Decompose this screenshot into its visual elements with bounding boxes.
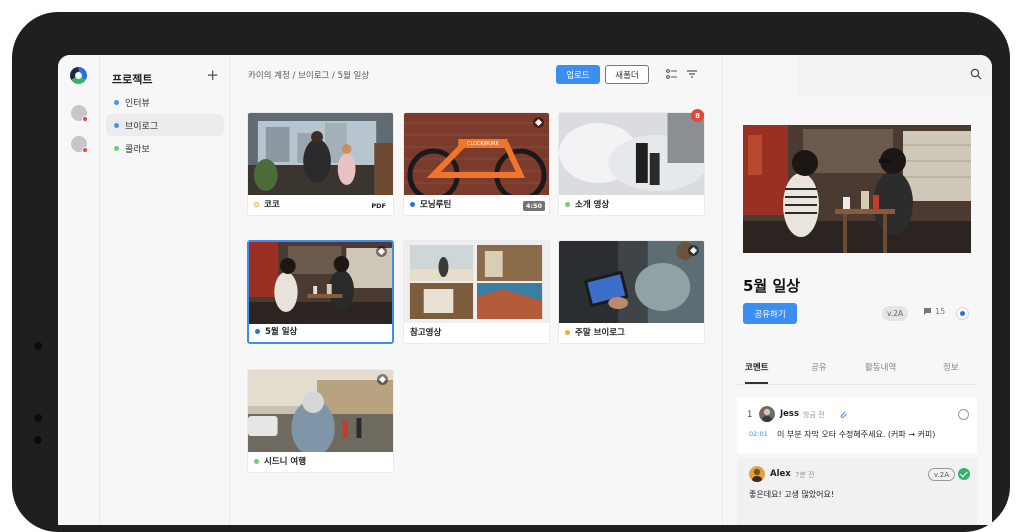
file-name: 코코 [264, 200, 280, 210]
file-type-tag: PDF [368, 201, 389, 211]
search-icon[interactable] [970, 68, 982, 80]
avatar [759, 406, 775, 422]
file-card[interactable]: 시드니 여행 [247, 369, 394, 473]
status-dot [410, 201, 415, 207]
file-card[interactable]: 주말 브이로그 [558, 240, 705, 344]
comment-author: Jess [780, 409, 800, 419]
sidebar-item-interview[interactable]: 인터뷰 [106, 91, 224, 113]
comment-text: 이 부분 자막 오타 수정해주세요. (커파 → 커피) [777, 430, 936, 439]
comment-text: 좋은데요! 고생 많았어요! [749, 490, 835, 499]
tablet-frame: 프로젝트 + 인터뷰 브이로그 콜라보 카이의 계정 / 브이로그 / 5월 일… [12, 12, 1010, 532]
comment-item[interactable]: 1 Jess 방금 전 02:01 이 부분 자막 오타 수정해주세요. (커파… [737, 397, 977, 453]
notification-badge: 8 [691, 109, 704, 122]
filter-icon[interactable] [686, 68, 698, 80]
layers-icon [533, 117, 544, 128]
workspace-rail [58, 55, 100, 525]
device-button [34, 436, 42, 444]
sidebar-item-collab[interactable]: 콜라보 [106, 137, 224, 159]
device-button [34, 414, 42, 422]
status-dot [565, 201, 570, 207]
file-thumbnail [248, 370, 393, 452]
video-timestamp[interactable]: 02:01 [749, 430, 768, 438]
project-color-dot [114, 145, 119, 151]
workspace-avatar[interactable] [71, 136, 88, 153]
file-browser: 카이의 계정 / 브이로그 / 5월 일상 업로드 새폴더 PDF 코코 CLO… [230, 55, 722, 525]
file-thumbnail: CLOCKWORK [404, 113, 549, 195]
detail-panel: 5월 일상 공유하기 v.2A 15 코멘트 공유 활동내역 정보 1 Jess… [722, 55, 992, 525]
version-chip[interactable]: v.2A [882, 306, 909, 321]
tab-activity[interactable]: 활동내역 [865, 361, 896, 384]
notification-dot [82, 147, 88, 153]
upload-button[interactable]: 업로드 [556, 65, 600, 84]
detail-title: 5월 일상 [743, 277, 801, 295]
layers-icon [688, 245, 699, 256]
file-thumbnail [249, 242, 392, 324]
file-thumbnail [248, 113, 393, 195]
sidebar-item-label: 인터뷰 [125, 98, 150, 109]
status-ring [254, 201, 259, 207]
media-preview[interactable] [743, 125, 971, 253]
tab-share[interactable]: 공유 [811, 361, 827, 384]
app-logo-icon[interactable] [70, 67, 87, 84]
new-folder-button[interactable]: 새폴더 [605, 65, 649, 84]
resolved-check-icon[interactable] [958, 468, 970, 480]
workspace-avatar[interactable] [71, 105, 88, 122]
sidebar-item-vlog[interactable]: 브이로그 [106, 114, 224, 136]
status-dot [255, 328, 260, 334]
app-screen: 프로젝트 + 인터뷰 브이로그 콜라보 카이의 계정 / 브이로그 / 5월 일… [58, 55, 992, 525]
tab-info[interactable]: 정보 [943, 361, 959, 384]
file-card[interactable]: CLOCKWORK 4:50 모닝루틴 [403, 112, 550, 216]
sidebar-item-label: 브이로그 [125, 121, 159, 132]
attachment-icon[interactable] [839, 410, 848, 419]
svg-text:CLOCKWORK: CLOCKWORK [467, 141, 499, 147]
status-toggle[interactable] [956, 307, 969, 320]
notification-dot [82, 116, 88, 122]
breadcrumb[interactable]: 카이의 계정 / 브이로그 / 5월 일상 [248, 69, 369, 81]
file-thumbnail [559, 241, 704, 323]
file-name: 5월 일상 [265, 327, 298, 337]
layers-icon [377, 374, 388, 385]
detail-toolbar [797, 55, 992, 95]
comment-count: 15 [923, 307, 945, 316]
avatar [749, 466, 765, 482]
share-button[interactable]: 공유하기 [743, 303, 797, 324]
view-options-icon[interactable] [666, 68, 678, 80]
file-name: 시드니 여행 [264, 457, 307, 467]
project-sidebar: 프로젝트 + 인터뷰 브이로그 콜라보 [100, 55, 230, 525]
file-name: 참고영상 [410, 328, 442, 338]
status-dot [565, 329, 570, 335]
file-name: 모닝루틴 [420, 200, 452, 210]
comment-author: Alex [770, 469, 791, 479]
duration-tag: 4:50 [522, 201, 545, 211]
comment-item[interactable]: Alex 7분 전 v.2A 좋은데요! 고생 많았어요! [737, 457, 977, 525]
file-thumbnail [559, 113, 704, 195]
sidebar-title: 프로젝트 [112, 73, 153, 86]
project-color-dot [114, 99, 119, 105]
project-color-dot [114, 122, 119, 128]
comment-time: 방금 전 [803, 411, 825, 419]
comment-icon [924, 308, 931, 315]
comment-count-value: 15 [935, 307, 946, 316]
file-name: 소개 영상 [575, 200, 610, 210]
tab-comments[interactable]: 코멘트 [745, 361, 769, 384]
sidebar-item-label: 콜라보 [125, 144, 150, 155]
file-card[interactable]: 8 소개 영상 [558, 109, 705, 216]
comment-version-chip: v.2A [927, 468, 955, 481]
file-name: 주말 브이로그 [575, 328, 625, 338]
layers-icon [376, 246, 387, 257]
file-card[interactable]: PDF 코코 [247, 112, 394, 216]
resolve-checkbox[interactable] [958, 409, 969, 420]
comment-number: 1 [747, 410, 753, 420]
file-thumbnail [404, 241, 549, 323]
status-dot [254, 458, 259, 464]
detail-tabs: 코멘트 공유 활동내역 정보 [737, 361, 977, 385]
file-card[interactable]: 참고영상 [403, 240, 550, 344]
add-project-button[interactable]: + [206, 68, 219, 83]
file-card-selected[interactable]: 5월 일상 [247, 240, 394, 344]
device-button [34, 342, 42, 350]
comment-time: 7분 전 [795, 471, 815, 479]
